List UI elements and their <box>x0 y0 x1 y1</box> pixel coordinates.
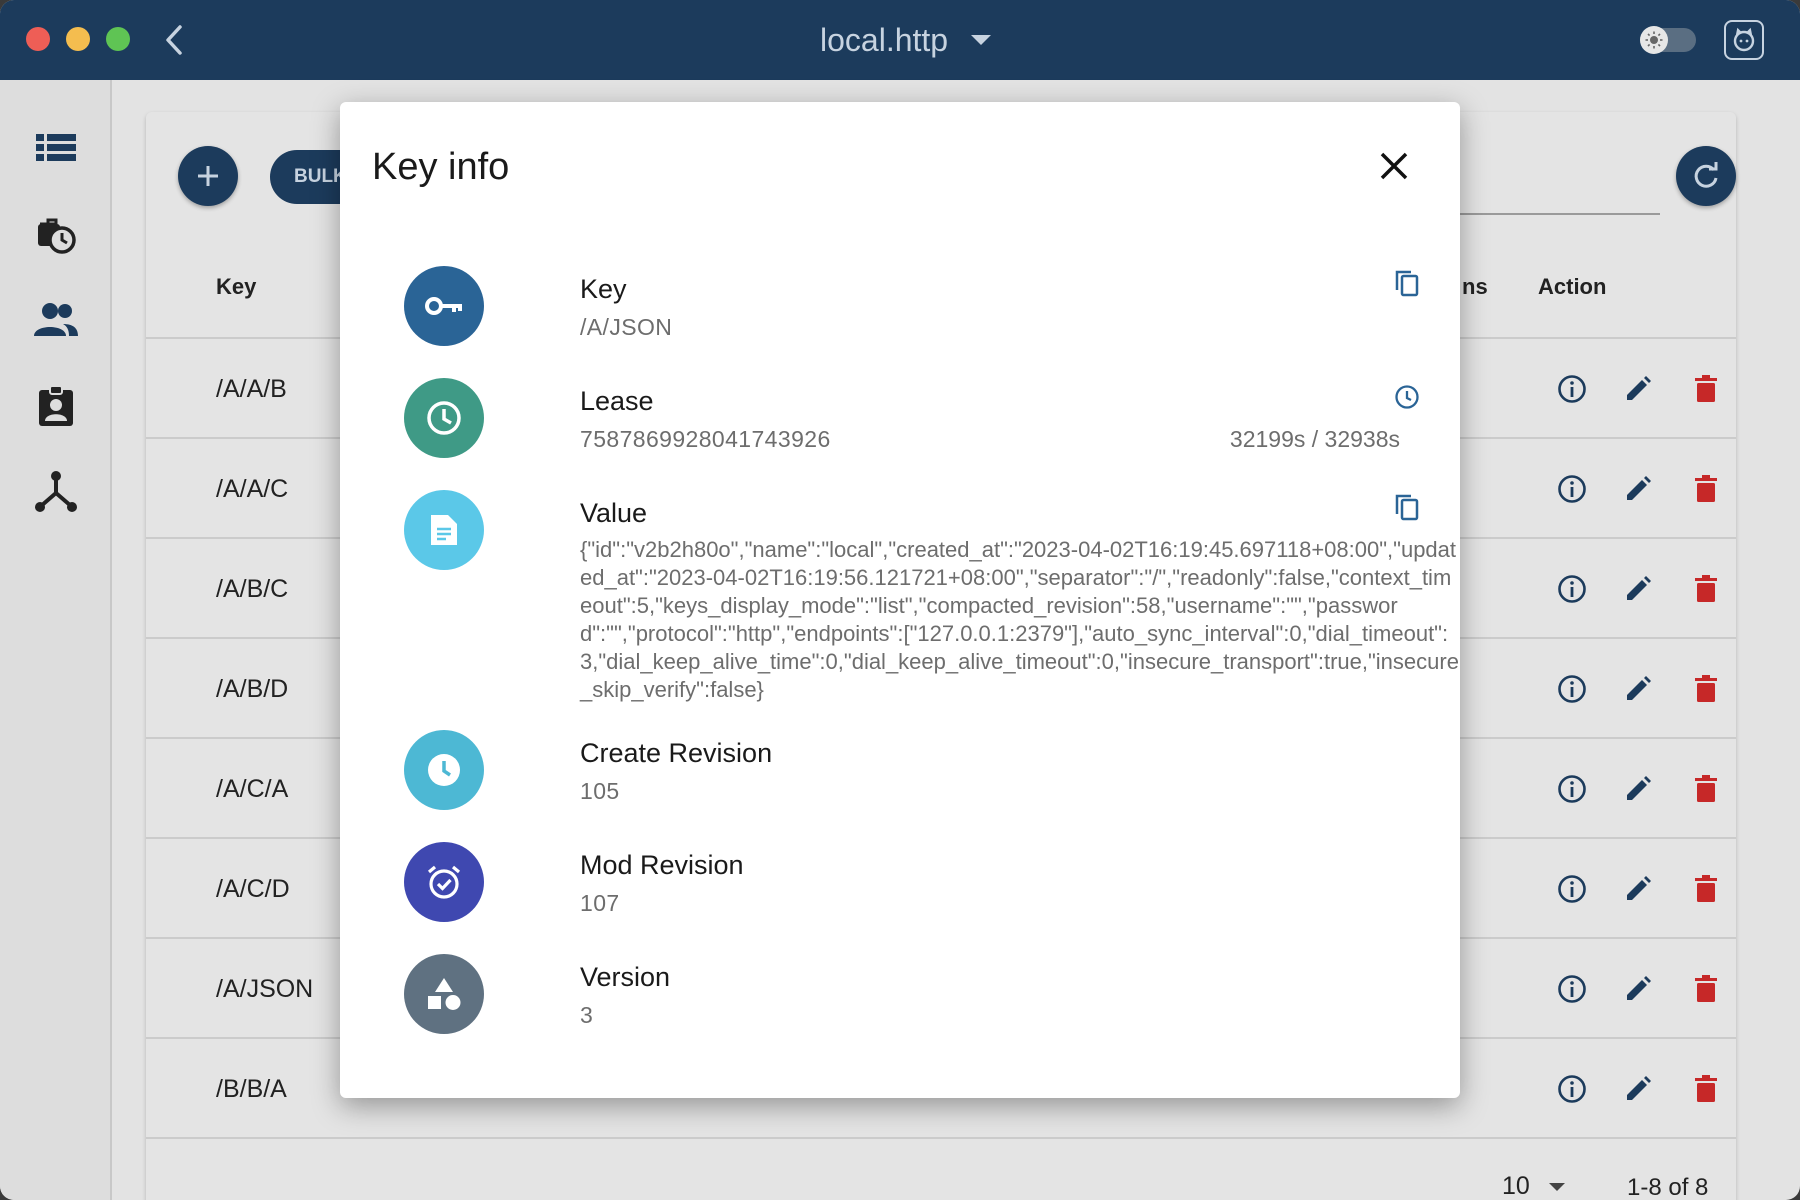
key-icon <box>404 266 484 346</box>
key-value: /A/JSON <box>580 314 673 340</box>
minimize-window-button[interactable] <box>66 27 90 51</box>
mod-revision-value: 107 <box>580 890 620 916</box>
clock-icon <box>404 730 484 810</box>
theme-toggle[interactable] <box>1640 26 1696 54</box>
copy-icon <box>1395 270 1419 297</box>
lease-timer-button[interactable] <box>1390 380 1424 414</box>
clock-icon <box>1395 385 1419 409</box>
sun-icon <box>1640 26 1668 54</box>
info-item-lease: Lease 7587869928041743926 32199s / 32938… <box>404 378 1419 462</box>
back-button[interactable] <box>156 22 192 58</box>
version-label: Version <box>580 962 671 992</box>
create-revision-value: 105 <box>580 778 620 804</box>
lease-id: 7587869928041743926 <box>580 426 831 452</box>
clock-icon <box>404 378 484 458</box>
close-icon <box>1380 152 1408 180</box>
value-content: {"id":"v2b2h80o","name":"local","created… <box>580 537 1459 702</box>
document-icon <box>404 490 484 570</box>
lease-label: Lease <box>580 386 654 416</box>
shapes-icon <box>404 954 484 1034</box>
mod-revision-label: Mod Revision <box>580 850 744 880</box>
key-label: Key <box>580 274 627 304</box>
close-dialog-button[interactable] <box>1374 146 1414 186</box>
key-info-dialog: Key info Key /A/JSON Lease 7587869928041… <box>340 102 1460 1098</box>
copy-value-button[interactable] <box>1390 490 1424 524</box>
info-item-mod-revision: Mod Revision 107 <box>404 842 1404 926</box>
alarm-check-icon <box>404 842 484 922</box>
window-title: local.http <box>820 21 949 58</box>
caret-down-icon <box>971 35 992 45</box>
dialog-title: Key info <box>372 146 510 188</box>
info-item-value: Value {"id":"v2b2h80o","name":"local","c… <box>404 490 1459 710</box>
version-value: 3 <box>580 1002 594 1028</box>
app-window: local.http BULK Key ns Action /A/A/B /A/… <box>0 0 1800 1200</box>
maximize-window-button[interactable] <box>106 27 130 51</box>
create-revision-label: Create Revision <box>580 738 773 768</box>
github-icon[interactable] <box>1724 20 1764 60</box>
close-window-button[interactable] <box>26 27 50 51</box>
lease-ttl: 32199s / 32938s <box>1229 426 1400 452</box>
copy-icon <box>1395 494 1419 521</box>
info-item-create-revision: Create Revision 105 <box>404 730 1404 814</box>
info-item-version: Version 3 <box>404 954 1404 1038</box>
value-label: Value <box>580 498 648 528</box>
title-bar: local.http <box>0 0 1800 80</box>
chevron-left-icon <box>166 25 182 55</box>
connection-selector[interactable]: local.http <box>820 18 992 62</box>
copy-key-button[interactable] <box>1390 266 1424 300</box>
info-item-key: Key /A/JSON <box>404 266 1419 350</box>
